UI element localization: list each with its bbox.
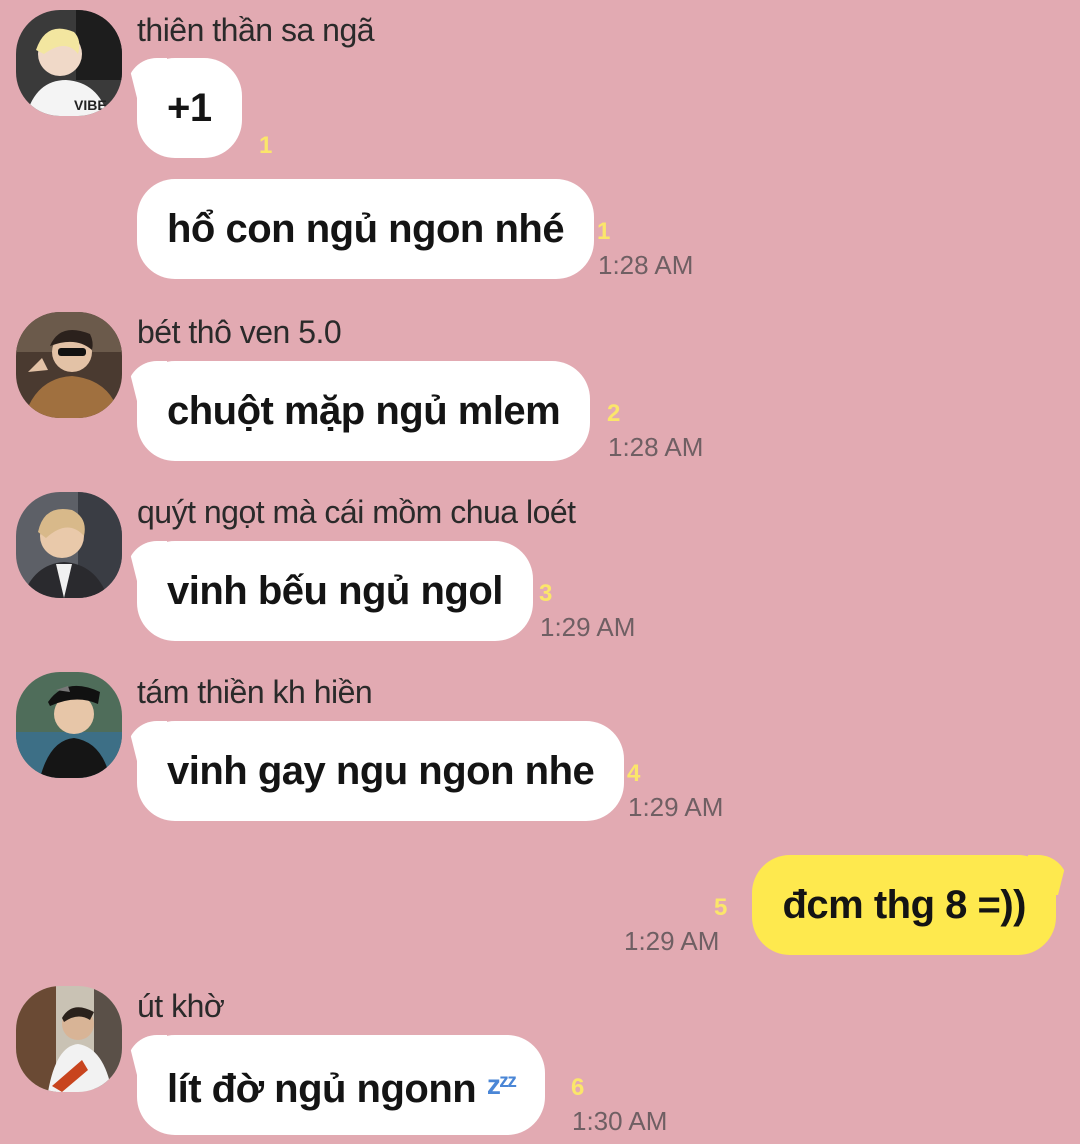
avatar[interactable]: [16, 986, 122, 1092]
timestamp: 1:28 AM: [608, 432, 704, 462]
sender-name: thiên thần sa ngã: [137, 12, 375, 48]
message-text: lít đờ ngủ ngonn: [167, 1067, 477, 1111]
svg-text:VIBE: VIBE: [74, 97, 107, 113]
message-bubble[interactable]: vinh gay ngu ngon nhe: [137, 721, 625, 821]
profile-photo-icon: VIBE: [16, 10, 122, 116]
message-bubble[interactable]: vinh bếu ngủ ngol: [137, 541, 533, 641]
message-bubble[interactable]: +1: [137, 58, 242, 158]
sender-name: quýt ngọt mà cái mồm chua loét: [137, 494, 576, 530]
sender-name: bét thô ven 5.0: [137, 314, 342, 350]
unread-count: 6: [571, 1074, 585, 1101]
profile-photo-icon: [16, 986, 122, 1092]
profile-photo-icon: [16, 672, 122, 778]
message-bubble-outgoing[interactable]: đcm thg 8 =)): [752, 855, 1056, 955]
unread-count: 2: [607, 400, 621, 427]
unread-count: 5: [714, 894, 728, 921]
avatar[interactable]: [16, 312, 122, 418]
avatar[interactable]: [16, 492, 122, 598]
timestamp: 1:30 AM: [572, 1106, 668, 1136]
sender-name: út khờ: [137, 988, 225, 1024]
unread-count: 1: [259, 132, 273, 159]
unread-count: 4: [627, 760, 641, 787]
profile-photo-icon: [16, 492, 122, 598]
unread-count: 1: [597, 218, 611, 245]
message-bubble[interactable]: hổ con ngủ ngon nhé: [137, 179, 595, 279]
timestamp: 1:29 AM: [624, 926, 720, 956]
avatar[interactable]: [16, 672, 122, 778]
timestamp: 1:29 AM: [628, 792, 724, 822]
avatar[interactable]: VIBE: [16, 10, 122, 116]
sleeping-zzz-emoji: zᶻᶻ: [486, 1069, 517, 1100]
message-bubble[interactable]: chuột mặp ngủ mlem: [137, 361, 591, 461]
sender-name: tám thiền kh hiền: [137, 674, 373, 710]
timestamp: 1:28 AM: [598, 250, 694, 280]
profile-photo-icon: [16, 312, 122, 418]
timestamp: 1:29 AM: [540, 612, 636, 642]
unread-count: 3: [539, 580, 553, 607]
message-bubble[interactable]: lít đờ ngủ ngonn zᶻᶻ: [137, 1035, 546, 1135]
